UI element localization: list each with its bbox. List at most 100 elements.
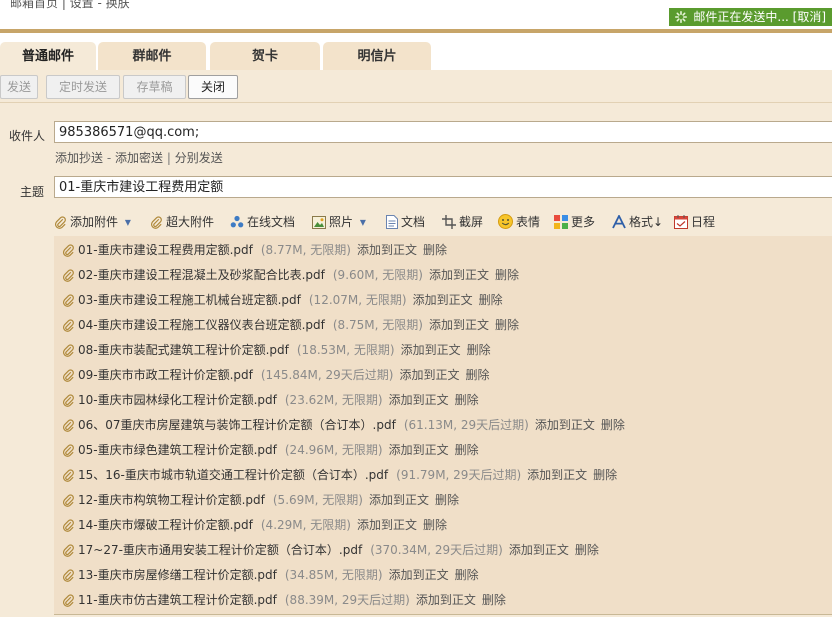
top-bar: 邮箱首页 | 设置 - 换肤 邮件正在发送中... [取消]	[0, 0, 832, 30]
recipient-field[interactable]: 985386571@qq.com;	[54, 121, 832, 143]
add-to-body-link[interactable]: 添加到正文	[535, 418, 595, 432]
paperclip-icon	[62, 343, 78, 363]
format-button[interactable]: 格式↓	[612, 213, 663, 231]
send-status-badge[interactable]: 邮件正在发送中... [取消]	[669, 8, 832, 26]
attachment-filename: 01-重庆市建设工程费用定额.pdf	[78, 243, 253, 257]
delete-attachment-link[interactable]: 删除	[423, 243, 447, 257]
attachment-row: 14-重庆市爆破工程计价定额.pdf (4.29M, 无限期) 添加到正文 删除	[62, 515, 447, 535]
delete-attachment-link[interactable]: 删除	[455, 568, 479, 582]
add-to-body-link[interactable]: 添加到正文	[369, 493, 429, 507]
attachment-meta: (8.75M, 无限期)	[332, 318, 423, 332]
paperclip-icon	[62, 293, 78, 313]
attachment-row: 04-重庆市建设工程施工仪器仪表台班定额.pdf (8.75M, 无限期) 添加到正…	[62, 315, 519, 335]
attachment-list: 01-重庆市建设工程费用定额.pdf (8.77M, 无限期) 添加到正文 删除 02-…	[54, 236, 832, 614]
paperclip-icon	[55, 216, 66, 229]
add-cc-link[interactable]: 添加抄送	[55, 151, 103, 165]
delete-attachment-link[interactable]: 删除	[575, 543, 599, 557]
more-button[interactable]: 更多	[554, 213, 595, 231]
add-to-body-link[interactable]: 添加到正文	[429, 318, 489, 332]
schedule-button[interactable]: 日程	[674, 213, 715, 231]
large-attachment-label: 超大附件	[166, 215, 215, 229]
screenshot-label: 截屏	[459, 215, 484, 229]
attachment-filename: 10-重庆市园林绿化工程计价定额.pdf	[78, 393, 277, 407]
add-to-body-link[interactable]: 添加到正文	[413, 293, 473, 307]
recipient-label: 收件人	[9, 129, 46, 143]
chevron-down-icon[interactable]: ▾	[360, 215, 366, 229]
large-attachment-button[interactable]: 超大附件	[150, 213, 214, 231]
separator: |	[166, 151, 175, 165]
delete-attachment-link[interactable]: 删除	[601, 418, 625, 432]
attachment-filename: 17~27-重庆市通用安装工程计价定额（合订本）.pdf	[78, 543, 363, 557]
schedule-label: 日程	[691, 215, 716, 229]
add-to-body-link[interactable]: 添加到正文	[399, 368, 459, 382]
screenshot-button[interactable]: 截屏	[442, 213, 483, 231]
send-button[interactable]: 发送	[0, 75, 38, 99]
delete-attachment-link[interactable]: 删除	[482, 593, 506, 607]
add-to-body-link[interactable]: 添加到正文	[509, 543, 569, 557]
close-button[interactable]: 关闭	[188, 75, 238, 99]
format-label: 格式↓	[629, 215, 664, 229]
attachment-filename: 06、07重庆市房屋建筑与装饰工程计价定额（合订本）.pdf	[78, 418, 396, 432]
online-doc-label: 在线文档	[247, 215, 296, 229]
scheduled-send-button[interactable]: 定时发送	[46, 75, 120, 99]
add-to-body-link[interactable]: 添加到正文	[401, 343, 461, 357]
delete-attachment-link[interactable]: 删除	[479, 293, 503, 307]
photo-button[interactable]: 照片 ▾	[312, 213, 366, 231]
attachment-meta: (88.39M, 29天后过期)	[284, 593, 410, 607]
breadcrumb[interactable]: 邮箱首页 | 设置 - 换肤	[10, 0, 130, 11]
add-to-body-link[interactable]: 添加到正文	[357, 518, 417, 532]
online-doc-button[interactable]: 在线文档	[230, 213, 295, 231]
document-button[interactable]: 文档	[386, 213, 425, 231]
delete-attachment-link[interactable]: 删除	[466, 368, 490, 382]
attachment-meta: (61.13M, 29天后过期)	[403, 418, 529, 432]
paperclip-icon	[62, 568, 78, 588]
delete-attachment-link[interactable]: 删除	[423, 518, 447, 532]
screenshot-icon	[442, 215, 456, 229]
attachment-row: 02-重庆市建设工程混凝土及砂浆配合比表.pdf (9.60M, 无限期) 添加到正…	[62, 265, 519, 285]
add-to-body-link[interactable]: 添加到正文	[389, 568, 449, 582]
separator: -	[106, 151, 115, 165]
emoji-button[interactable]: 表情	[498, 213, 540, 231]
delete-attachment-link[interactable]: 删除	[593, 468, 617, 482]
cloud-doc-icon	[230, 215, 244, 228]
tab-greeting-card[interactable]: 贺卡	[210, 42, 320, 70]
separate-send-link[interactable]: 分别发送	[175, 151, 223, 165]
attachment-row: 15、16-重庆市城市轨道交通工程计价定额（合订本）.pdf (91.79M, 2…	[62, 465, 617, 485]
add-to-body-link[interactable]: 添加到正文	[527, 468, 587, 482]
paperclip-icon	[62, 243, 78, 263]
attachment-meta: (4.29M, 无限期)	[260, 518, 351, 532]
delete-attachment-link[interactable]: 删除	[435, 493, 459, 507]
save-draft-button[interactable]: 存草稿	[123, 75, 186, 99]
add-to-body-link[interactable]: 添加到正文	[429, 268, 489, 282]
attachment-filename: 05-重庆市绿色建筑工程计价定额.pdf	[78, 443, 277, 457]
paperclip-icon	[62, 443, 78, 463]
add-to-body-link[interactable]: 添加到正文	[416, 593, 476, 607]
tab-normal-mail[interactable]: 普通邮件	[0, 42, 96, 70]
attachment-filename: 02-重庆市建设工程混凝土及砂浆配合比表.pdf	[78, 268, 325, 282]
delete-attachment-link[interactable]: 删除	[495, 268, 519, 282]
add-to-body-link[interactable]: 添加到正文	[389, 443, 449, 457]
photo-label: 照片	[329, 215, 354, 229]
chevron-down-icon[interactable]: ▾	[125, 215, 131, 229]
delete-attachment-link[interactable]: 删除	[467, 343, 491, 357]
add-to-body-link[interactable]: 添加到正文	[357, 243, 417, 257]
tab-postcard[interactable]: 明信片	[323, 42, 431, 70]
subject-field[interactable]: 01-重庆市建设工程费用定额	[54, 176, 832, 198]
attachment-meta: (24.96M, 无限期)	[284, 443, 383, 457]
attachment-filename: 04-重庆市建设工程施工仪器仪表台班定额.pdf	[78, 318, 325, 332]
add-attachment-button[interactable]: 添加附件 ▾	[54, 213, 131, 231]
delete-attachment-link[interactable]: 删除	[455, 393, 479, 407]
paperclip-icon	[62, 468, 78, 488]
calendar-icon	[674, 215, 688, 229]
delete-attachment-link[interactable]: 删除	[495, 318, 519, 332]
add-to-body-link[interactable]: 添加到正文	[389, 393, 449, 407]
delete-attachment-link[interactable]: 删除	[455, 443, 479, 457]
tab-group-mail[interactable]: 群邮件	[98, 42, 206, 70]
attachment-filename: 03-重庆市建设工程施工机械台班定额.pdf	[78, 293, 301, 307]
add-bcc-link[interactable]: 添加密送	[115, 151, 163, 165]
attachment-row: 03-重庆市建设工程施工机械台班定额.pdf (12.07M, 无限期) 添加到正文…	[62, 290, 503, 310]
paperclip-icon	[62, 318, 78, 338]
paperclip-icon	[151, 216, 162, 229]
attachment-filename: 13-重庆市房屋修缮工程计价定额.pdf	[78, 568, 277, 582]
attachment-filename: 14-重庆市爆破工程计价定额.pdf	[78, 518, 253, 532]
